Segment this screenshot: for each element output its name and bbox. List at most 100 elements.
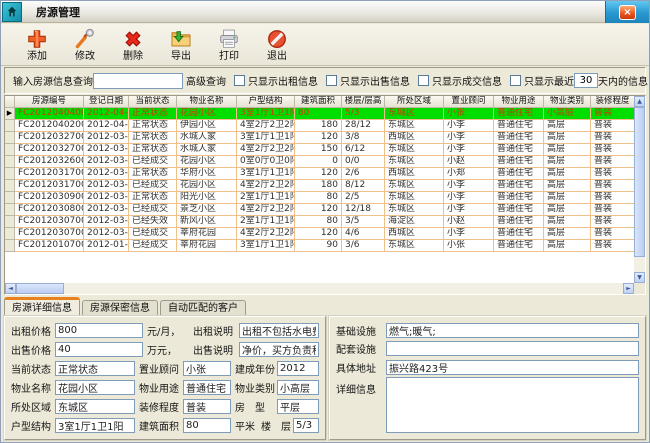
sale-price-field[interactable] <box>55 342 143 357</box>
column-header-0[interactable]: 房源编号 <box>15 96 84 108</box>
delete-button[interactable]: 删除 <box>109 25 157 65</box>
column-header-11[interactable]: 装修程度 <box>591 96 634 108</box>
column-header-6[interactable]: 楼层/层高 <box>342 96 385 108</box>
close-button[interactable]: × <box>619 5 636 20</box>
house-type-field[interactable] <box>277 399 319 414</box>
property-table: 房源编号登记日期当前状态物业名称户型结构建筑面积楼层/层高所处区域置业顾问物业用… <box>4 95 646 295</box>
column-header-3[interactable]: 物业名称 <box>177 96 237 108</box>
horizontal-scroll-thumb[interactable] <box>16 283 64 294</box>
tab-property-details[interactable]: 房源详细信息 <box>4 297 80 316</box>
rent-unit-label: 元/月， <box>143 323 193 338</box>
table-cell: 3室1厅1卫1阳 <box>237 240 295 252</box>
row-selector <box>5 192 15 204</box>
table-cell: 小李 <box>444 228 494 240</box>
table-row[interactable]: FC2012031700022012-03-17正常状态华府小区3室1厅1卫1阳… <box>5 168 634 180</box>
delete-label: 删除 <box>123 51 143 62</box>
table-cell: FC201203070003 <box>15 216 84 228</box>
checkbox-recent-days[interactable]: ✓ 只显示最近 <box>510 73 574 88</box>
table-cell: 小李 <box>444 180 494 192</box>
column-header-5[interactable]: 建筑面积 <box>295 96 342 108</box>
table-row[interactable]: FC2012030900012012-03-09正常状态阳光小区2室1厅1卫1阳… <box>5 192 634 204</box>
checkbox-rent-only[interactable]: ✓ 只显示出租信息 <box>234 73 318 88</box>
recent-days-input[interactable] <box>574 73 598 88</box>
table-cell: 普装 <box>591 240 634 252</box>
table-cell: 2012-03-07 <box>84 216 129 228</box>
checkbox-sale-only[interactable]: ✓ 只显示出售信息 <box>326 73 410 88</box>
table-cell: 普装 <box>591 192 634 204</box>
address-field[interactable] <box>386 360 639 375</box>
row-selector <box>5 120 15 132</box>
status-field[interactable] <box>55 361 135 376</box>
vertical-scroll-thumb[interactable] <box>634 107 645 257</box>
advanced-search-label[interactable]: 高级查询 <box>186 73 226 88</box>
estate-field[interactable] <box>55 380 135 395</box>
table-cell: 东城区 <box>385 204 444 216</box>
decoration-field[interactable] <box>183 399 231 414</box>
table-cell: 2/5 <box>342 192 385 204</box>
print-button[interactable]: 打印 <box>205 25 253 65</box>
table-row[interactable]: FC2012031700012012-03-17已经成交花园小区4室2厅2卫2阳… <box>5 180 634 192</box>
column-header-7[interactable]: 所处区域 <box>385 96 444 108</box>
area-field[interactable] <box>183 418 231 433</box>
facilities-label: 基础设施 <box>336 323 386 338</box>
table-row[interactable]: FC2012030800012012-03-08已经成交景芝小区4室2厅2卫2阳… <box>5 204 634 216</box>
category-field[interactable] <box>277 380 319 395</box>
exit-button[interactable]: 退出 <box>253 25 301 65</box>
facilities-field[interactable] <box>386 323 639 338</box>
table-cell: 高层 <box>544 156 591 168</box>
table-row[interactable]: FC2012040200012012-04-02正常状态伊园小区4室2厅2卫2阳… <box>5 120 634 132</box>
tab-property-confidential[interactable]: 房源保密信息 <box>82 300 158 316</box>
vertical-scrollbar[interactable]: ▲ ▼ <box>634 96 645 283</box>
table-cell: 普通住宅 <box>494 240 544 252</box>
column-header-2[interactable]: 当前状态 <box>129 96 177 108</box>
row-selector <box>5 204 15 216</box>
table-row[interactable]: FC2012030700032012-03-07已经失效新风小区2室1厅1卫1阳… <box>5 216 634 228</box>
table-row[interactable]: ▶FC2012040400012012-04-04正常状态花园小区3室1厅1卫1… <box>5 108 634 120</box>
layout-field[interactable] <box>55 418 135 433</box>
tab-matched-clients[interactable]: 自动匹配的客户 <box>160 300 246 316</box>
table-row[interactable]: FC2012032600012012-03-26已经成交花园小区0室0厅0卫0阳… <box>5 156 634 168</box>
column-header-9[interactable]: 物业用途 <box>494 96 544 108</box>
horizontal-scrollbar[interactable]: ◄ ► <box>5 283 634 294</box>
column-header-8[interactable]: 置业顾问 <box>444 96 494 108</box>
export-button[interactable]: 导出 <box>157 25 205 65</box>
usage-field[interactable] <box>183 380 231 395</box>
floor-field[interactable] <box>293 418 319 433</box>
table-row[interactable]: FC2012032700012012-03-27正常状态水城人家4室2厅2卫2阳… <box>5 144 634 156</box>
table-cell: 高层 <box>544 180 591 192</box>
detail-form-area: 出租价格 元/月， 出租说明 出售价格 万元， 出售说明 当前状态 置业顾问 建… <box>4 316 646 440</box>
rent-desc-field[interactable] <box>239 323 319 338</box>
table-cell: 4室2厅2卫2阳 <box>237 204 295 216</box>
scroll-up-icon[interactable]: ▲ <box>634 96 645 107</box>
district-field[interactable] <box>55 399 135 414</box>
details-field[interactable] <box>386 377 639 433</box>
table-cell: 高层 <box>544 168 591 180</box>
edit-button[interactable]: 修改 <box>61 25 109 65</box>
scroll-right-icon[interactable]: ► <box>623 283 634 294</box>
table-cell: 正常状态 <box>129 144 177 156</box>
agent-field[interactable] <box>183 361 231 376</box>
rent-price-field[interactable] <box>55 323 143 338</box>
column-header-4[interactable]: 户型结构 <box>237 96 295 108</box>
table-cell: 5/3 <box>342 108 385 120</box>
checkbox-deal-only[interactable]: ✓ 只显示成交信息 <box>418 73 502 88</box>
table-cell: 普装 <box>591 132 634 144</box>
column-header-1[interactable]: 登记日期 <box>84 96 129 108</box>
table-row[interactable]: FC2012010700012012-01-07已经成交莘府花园3室1厅1卫1阳… <box>5 240 634 252</box>
table-cell: 水城人家 <box>177 144 237 156</box>
sale-desc-field[interactable] <box>239 342 319 357</box>
search-input[interactable] <box>93 73 183 89</box>
scroll-down-icon[interactable]: ▼ <box>634 272 645 283</box>
table-cell: 150 <box>295 144 342 156</box>
table-cell: 小李 <box>444 192 494 204</box>
supporting-field[interactable] <box>386 341 639 356</box>
table-cell: 4/6 <box>342 228 385 240</box>
table-row[interactable]: FC2012032700022012-03-27正常状态水城人家3室1厅1卫1阳… <box>5 132 634 144</box>
column-header-10[interactable]: 物业类别 <box>544 96 591 108</box>
year-field[interactable] <box>277 361 319 376</box>
add-button[interactable]: 添加 <box>13 25 61 65</box>
table-row[interactable]: FC2012030700022012-03-07已经成交莘府花园4室2厅2卫2阳… <box>5 228 634 240</box>
detail-left-panel: 出租价格 元/月， 出租说明 出售价格 万元， 出售说明 当前状态 置业顾问 建… <box>4 316 326 440</box>
scroll-left-icon[interactable]: ◄ <box>5 283 16 294</box>
table-cell: 普通住宅 <box>494 144 544 156</box>
